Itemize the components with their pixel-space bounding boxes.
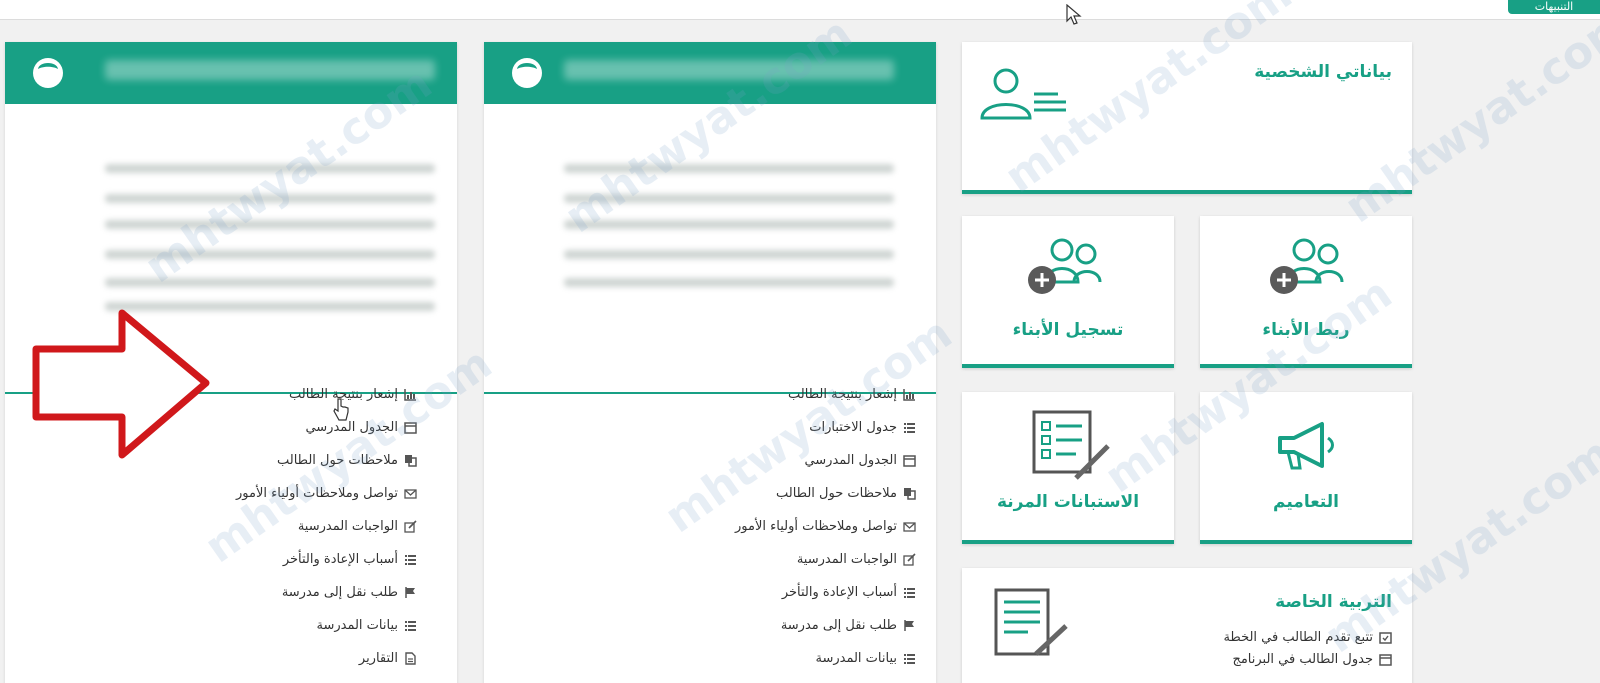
menu-item-retention-reasons[interactable]: أسباب الإعادة والتأخر	[236, 543, 417, 576]
avatar-icon	[33, 58, 63, 88]
chart-icon	[404, 389, 416, 401]
file-icon	[405, 652, 416, 665]
chart-icon	[903, 389, 915, 401]
list-icon	[904, 423, 915, 433]
card-title: التربية الخاصة	[1275, 592, 1392, 612]
menu-item-label: طلب نقل إلى مدرسة	[281, 585, 398, 600]
menu-item-label: الواجبات المدرسية	[796, 552, 897, 567]
special-ed-item-label: جدول الطالب في البرنامج	[1232, 651, 1373, 667]
menu-item-label: تواصل وملاحظات أولياء الأمور	[735, 519, 897, 534]
calendar-icon	[1379, 653, 1392, 666]
list-icon	[405, 621, 416, 631]
card-accent-bar	[962, 540, 1174, 544]
edit-icon	[404, 520, 417, 533]
menu-item-school-data[interactable]: بيانات المدرسة	[236, 609, 417, 642]
student-header	[5, 42, 457, 104]
survey-form-icon	[1032, 410, 1110, 480]
card-accent-bar	[1200, 364, 1412, 368]
student-header	[484, 42, 936, 104]
menu-item-transfer-request[interactable]: طلب نقل إلى مدرسة	[236, 576, 417, 609]
student-name-redacted	[105, 60, 435, 80]
surveys-card[interactable]: الاستبانات المرنة	[962, 392, 1174, 544]
special-ed-item-progress[interactable]: تتبع تقدم الطالب في الخطة	[1223, 626, 1392, 648]
student-menu: إشعار بنتيجة الطالب جدول الاختبارات الجد…	[735, 378, 916, 675]
menu-item-label: أسباب الإعادة والتأخر	[282, 552, 398, 567]
menu-item-label: الجدول المدرسي	[305, 420, 398, 435]
menu-item-parent-communication[interactable]: تواصل وملاحظات أولياء الأمور	[236, 477, 417, 510]
link-children-card[interactable]: ربط الأبناء	[1200, 216, 1412, 368]
menu-item-exam-schedule[interactable]: جدول الاختبارات	[735, 411, 916, 444]
personal-data-card[interactable]: بياناتي الشخصية	[962, 42, 1412, 194]
user-profile-icon	[980, 68, 1066, 120]
menu-item-parent-communication[interactable]: تواصل وملاحظات أولياء الأمور	[735, 510, 916, 543]
top-bar: التنبيهات	[0, 0, 1600, 20]
flag-icon	[405, 587, 415, 598]
annotation-arrow-icon	[32, 309, 210, 459]
users-add-icon	[1270, 238, 1344, 294]
card-title: بياناتي الشخصية	[1254, 62, 1392, 82]
calendar-icon	[903, 455, 916, 467]
menu-item-label: جدول الاختبارات	[809, 420, 897, 435]
special-ed-item-schedule[interactable]: جدول الطالب في البرنامج	[1223, 648, 1392, 670]
list-icon	[904, 654, 915, 664]
menu-item-student-notes[interactable]: ملاحظات حول الطالب	[236, 444, 417, 477]
card-title: الاستبانات المرنة	[996, 492, 1140, 512]
card-accent-bar	[962, 190, 1412, 194]
menu-item-label: تواصل وملاحظات أولياء الأمور	[236, 486, 398, 501]
document-edit-icon	[994, 588, 1068, 656]
menu-item-label: التقارير	[358, 651, 398, 666]
card-accent-bar	[962, 364, 1174, 368]
copy-icon	[904, 488, 916, 500]
menu-item-label: ملاحظات حول الطالب	[276, 453, 398, 468]
menu-item-school-data[interactable]: بيانات المدرسة	[735, 642, 916, 675]
calendar-check-icon	[1379, 631, 1392, 644]
register-children-card[interactable]: تسجيل الأبناء	[962, 216, 1174, 368]
menu-item-label: أسباب الإعادة والتأخر	[781, 585, 897, 600]
announcements-card[interactable]: التعاميم	[1200, 392, 1412, 544]
student-panel-middle: إشعار بنتيجة الطالب جدول الاختبارات الجد…	[484, 42, 936, 683]
student-info-redacted	[484, 112, 936, 392]
menu-item-transfer-request[interactable]: طلب نقل إلى مدرسة	[735, 609, 916, 642]
list-icon	[405, 555, 416, 565]
menu-item-label: طلب نقل إلى مدرسة	[780, 618, 897, 633]
alerts-tab[interactable]: التنبيهات	[1508, 0, 1600, 14]
menu-item-label: بيانات المدرسة	[815, 651, 897, 666]
menu-item-label: ملاحظات حول الطالب	[775, 486, 897, 501]
special-education-list: تتبع تقدم الطالب في الخطة جدول الطالب في…	[1223, 626, 1392, 670]
menu-item-school-schedule[interactable]: الجدول المدرسي	[735, 444, 916, 477]
menu-item-label: بيانات المدرسة	[316, 618, 398, 633]
menu-item-retention-reasons[interactable]: أسباب الإعادة والتأخر	[735, 576, 916, 609]
copy-icon	[405, 455, 417, 467]
flag-icon	[904, 620, 914, 631]
users-add-icon	[1028, 238, 1102, 294]
edit-icon	[903, 553, 916, 566]
menu-item-label: إشعار بنتيجة الطالب	[788, 387, 897, 402]
menu-item-result-notice[interactable]: إشعار بنتيجة الطالب	[236, 378, 417, 411]
special-education-card[interactable]: التربية الخاصة تتبع تقدم الطالب في الخطة…	[962, 568, 1412, 683]
menu-item-label: الجدول المدرسي	[804, 453, 897, 468]
envelope-icon	[404, 489, 417, 499]
list-icon	[904, 588, 915, 598]
card-title: ربط الأبناء	[1262, 320, 1350, 340]
menu-item-result-notice[interactable]: إشعار بنتيجة الطالب	[735, 378, 916, 411]
menu-item-homework[interactable]: الواجبات المدرسية	[236, 510, 417, 543]
special-ed-item-label: تتبع تقدم الطالب في الخطة	[1223, 629, 1373, 645]
envelope-icon	[903, 522, 916, 532]
student-menu: إشعار بنتيجة الطالب الجدول المدرسي ملاحظ…	[236, 378, 417, 675]
mouse-cursor-icon	[1066, 4, 1082, 25]
menu-item-student-notes[interactable]: ملاحظات حول الطالب	[735, 477, 916, 510]
card-title: تسجيل الأبناء	[1012, 320, 1124, 340]
menu-item-homework[interactable]: الواجبات المدرسية	[735, 543, 916, 576]
mouse-cursor-icon	[333, 398, 349, 421]
menu-item-label: الواجبات المدرسية	[297, 519, 398, 534]
menu-item-school-schedule[interactable]: الجدول المدرسي	[236, 411, 417, 444]
menu-item-reports[interactable]: التقارير	[236, 642, 417, 675]
card-title: التعاميم	[1273, 492, 1339, 512]
calendar-icon	[404, 422, 417, 434]
avatar-icon	[512, 58, 542, 88]
megaphone-icon	[1278, 422, 1334, 470]
student-name-redacted	[564, 60, 894, 80]
card-accent-bar	[1200, 540, 1412, 544]
